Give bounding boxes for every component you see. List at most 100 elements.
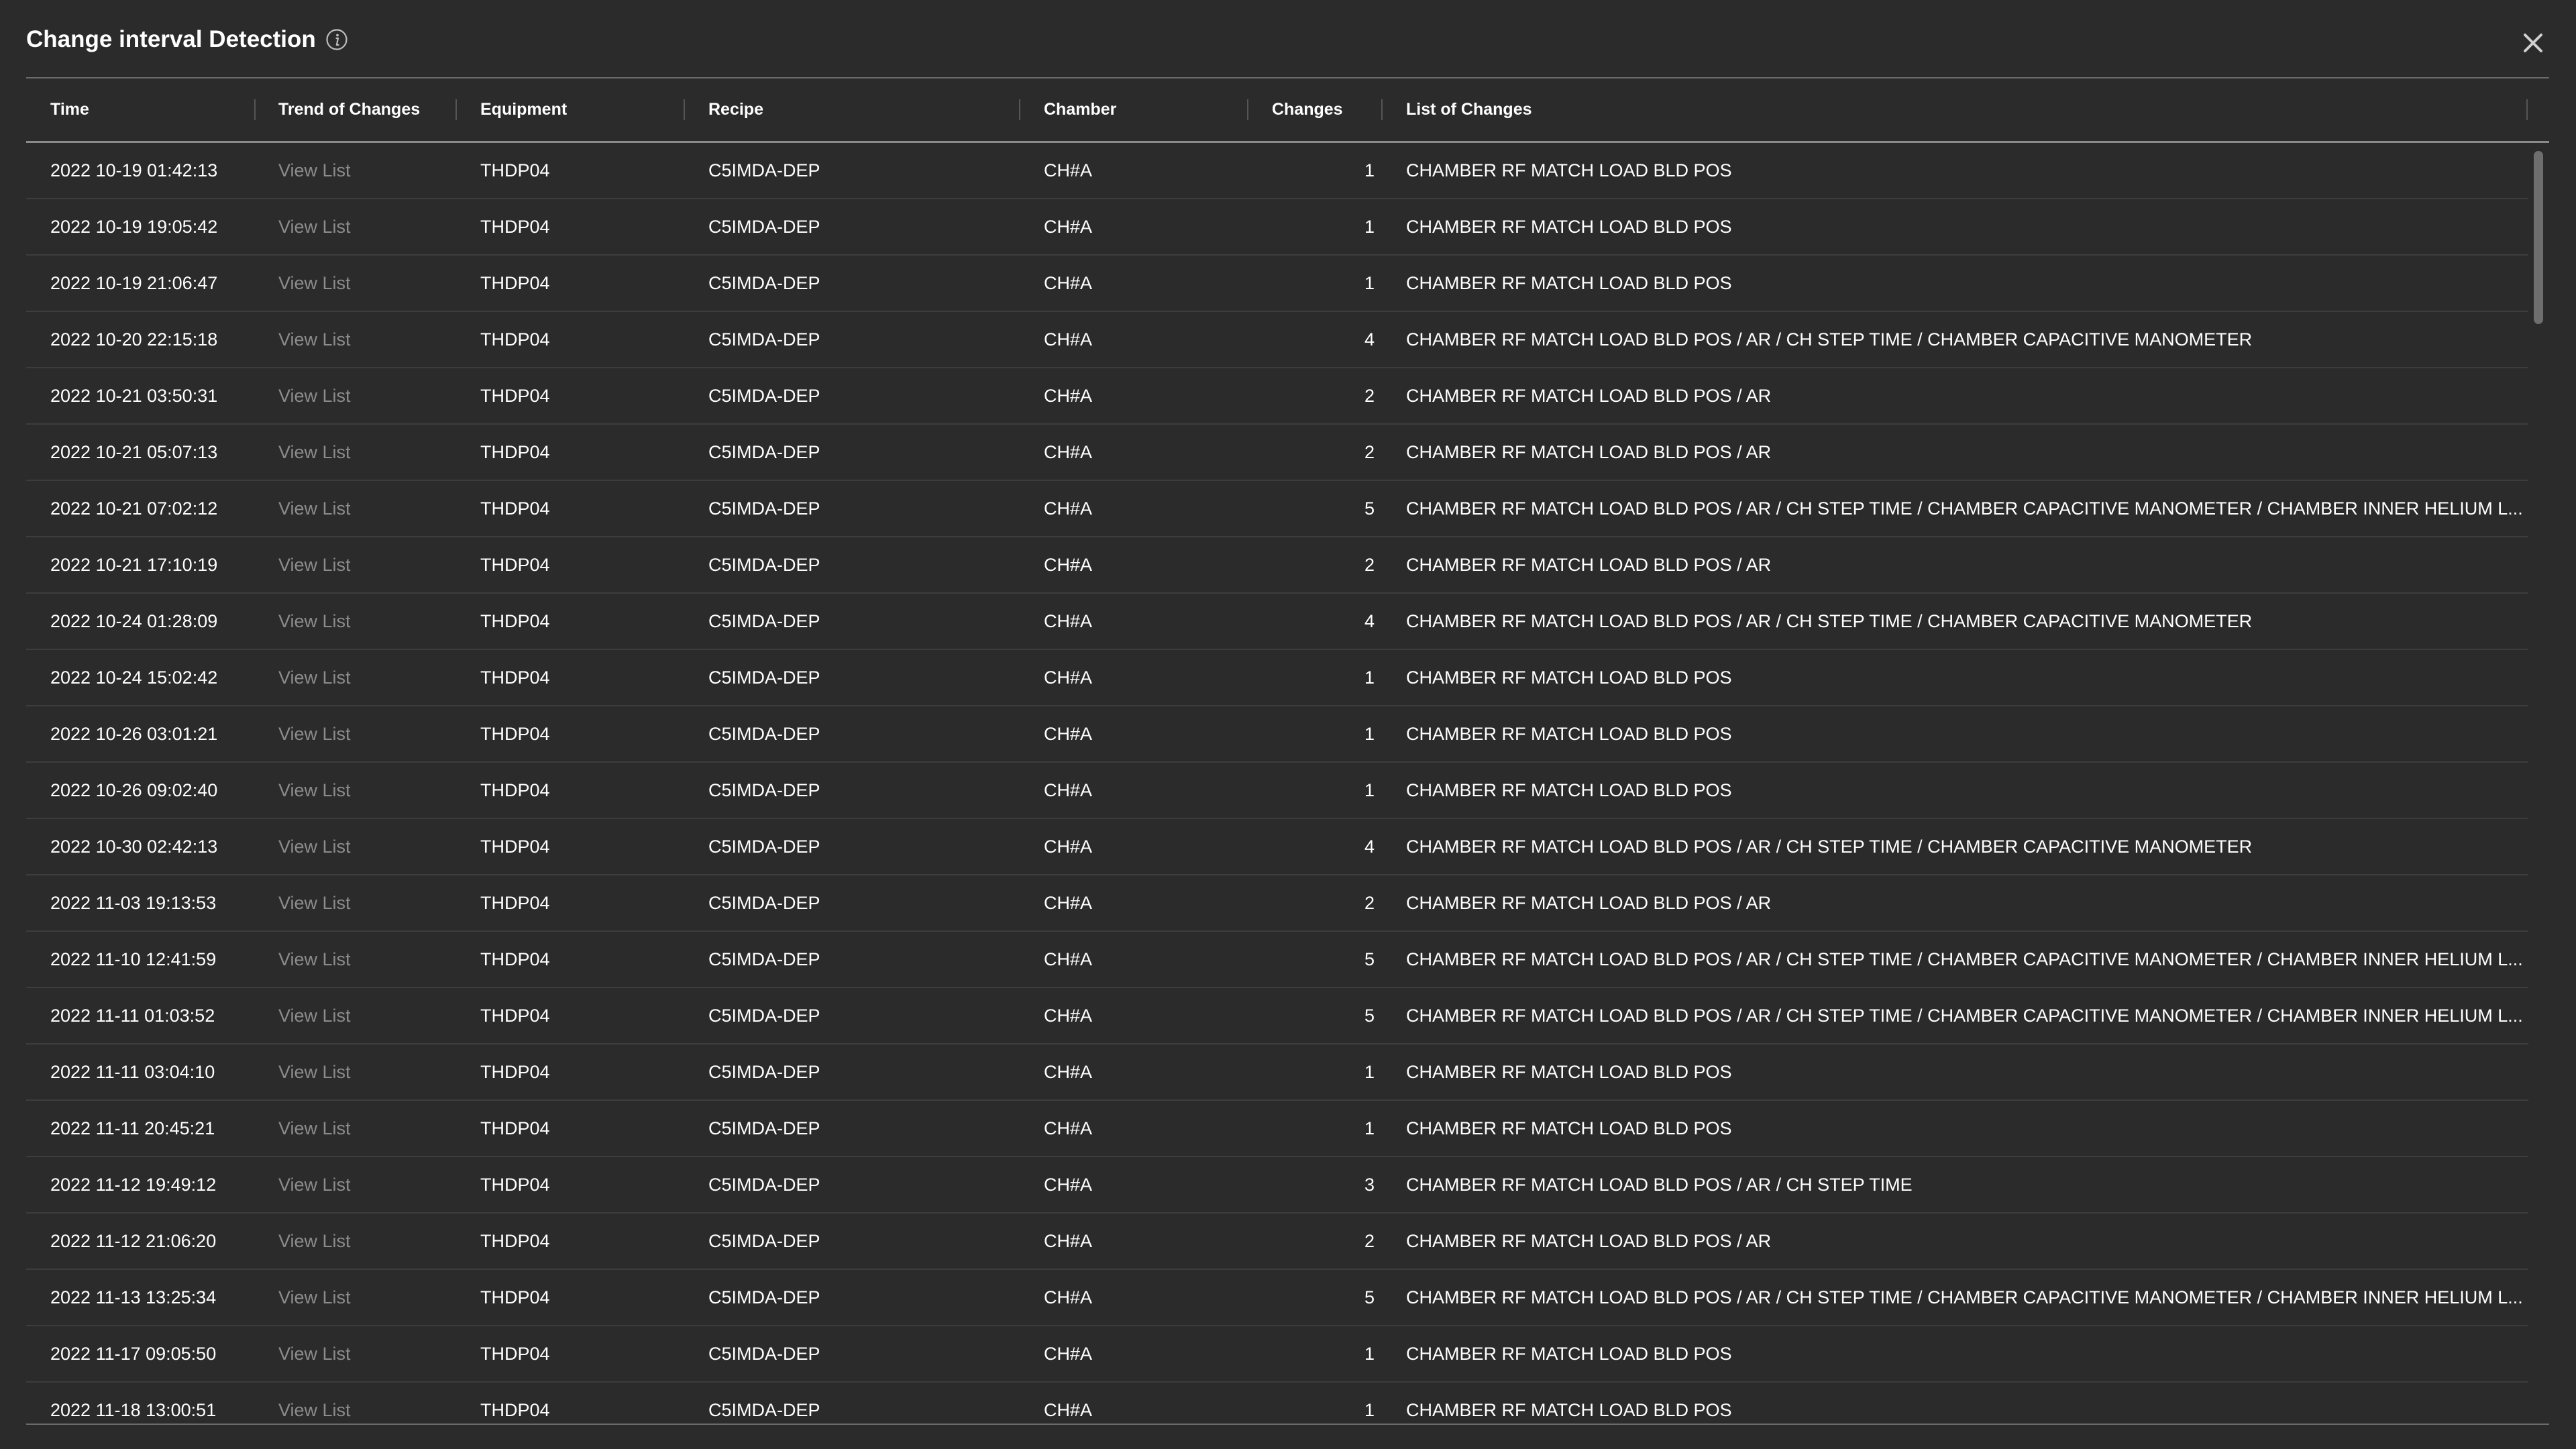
table-row[interactable]: 2022 11-11 03:04:10 View List THDP04 C5IMDA…: [26, 1044, 2528, 1101]
table-row[interactable]: 2022 10-24 01:28:09 View List THDP04 C5IMDA…: [26, 594, 2528, 650]
cell-changes-count: 5: [1364, 949, 1375, 969]
table-row[interactable]: 2022 10-19 21:06:47 View List THDP04 C5IMDA…: [26, 256, 2528, 312]
cell-chamber: CH#A: [1044, 892, 1093, 913]
view-list-link[interactable]: View List: [278, 1157, 351, 1212]
column-header-trend[interactable]: Trend of Changes: [278, 78, 420, 141]
table-row[interactable]: 2022 11-11 01:03:52 View List THDP04 C5IMDA…: [26, 988, 2528, 1044]
view-list-link[interactable]: View List: [278, 537, 351, 592]
table-row[interactable]: 2022 11-10 12:41:59 View List THDP04 C5IMDA…: [26, 932, 2528, 988]
view-list-link[interactable]: View List: [278, 256, 351, 311]
column-resizer[interactable]: [1019, 99, 1020, 120]
view-list-link[interactable]: View List: [278, 594, 351, 649]
cell-recipe: C5IMDA-DEP: [708, 610, 820, 631]
view-list-link[interactable]: View List: [278, 1101, 351, 1156]
view-list-link[interactable]: View List: [278, 1383, 351, 1424]
column-header-list-of-changes[interactable]: List of Changes: [1406, 78, 1532, 141]
table-row[interactable]: 2022 10-21 17:10:19 View List THDP04 C5IMDA…: [26, 537, 2528, 594]
cell-chamber: CH#A: [1044, 329, 1093, 350]
view-list-link[interactable]: View List: [278, 368, 351, 423]
table-row[interactable]: 2022 10-20 22:15:18 View List THDP04 C5IMDA…: [26, 312, 2528, 368]
cell-equipment: THDP04: [480, 441, 550, 462]
table-row[interactable]: 2022 11-17 09:05:50 View List THDP04 C5IMDA…: [26, 1326, 2528, 1383]
column-header-chamber[interactable]: Chamber: [1044, 78, 1116, 141]
cell-recipe: C5IMDA-DEP: [708, 441, 820, 462]
view-list-link[interactable]: View List: [278, 481, 351, 536]
cell-recipe: C5IMDA-DEP: [708, 667, 820, 688]
view-list-link[interactable]: View List: [278, 763, 351, 818]
close-button[interactable]: [2517, 27, 2549, 59]
dialog-title: Change interval Detection: [26, 26, 316, 52]
column-resizer[interactable]: [1247, 99, 1248, 120]
view-list-link[interactable]: View List: [278, 199, 351, 254]
table-row[interactable]: 2022 10-26 03:01:21 View List THDP04 C5IMDA…: [26, 706, 2528, 763]
scrollbar-thumb[interactable]: [2534, 151, 2543, 324]
table-row[interactable]: 2022 10-21 05:07:13 View List THDP04 C5IMDA…: [26, 425, 2528, 481]
cell-changes-count: 5: [1364, 1287, 1375, 1307]
cell-time: 2022 10-26 03:01:21: [50, 723, 218, 744]
cell-time: 2022 10-21 07:02:12: [50, 498, 218, 519]
column-resizer[interactable]: [684, 99, 685, 120]
view-list-link[interactable]: View List: [278, 312, 351, 367]
cell-time: 2022 10-21 17:10:19: [50, 554, 218, 575]
cell-recipe: C5IMDA-DEP: [708, 836, 820, 857]
view-list-link[interactable]: View List: [278, 932, 351, 987]
view-list-link[interactable]: View List: [278, 1326, 351, 1381]
dialog-header: Change interval Detection: [26, 20, 348, 59]
table-row[interactable]: 2022 10-24 15:02:42 View List THDP04 C5IMDA…: [26, 650, 2528, 706]
view-list-link[interactable]: View List: [278, 988, 351, 1043]
table-row[interactable]: 2022 11-12 19:49:12 View List THDP04 C5IMDA…: [26, 1157, 2528, 1214]
cell-chamber: CH#A: [1044, 1343, 1093, 1364]
view-list-link[interactable]: View List: [278, 143, 351, 198]
info-icon[interactable]: [325, 28, 348, 51]
cell-changes-count: 4: [1364, 836, 1375, 857]
column-header-changes[interactable]: Changes: [1272, 78, 1343, 141]
table-row[interactable]: 2022 11-18 13:00:51 View List THDP04 C5IMDA…: [26, 1383, 2528, 1424]
cell-chamber: CH#A: [1044, 216, 1093, 237]
table-row[interactable]: 2022 11-11 20:45:21 View List THDP04 C5IMDA…: [26, 1101, 2528, 1157]
cell-changes-count: 1: [1364, 667, 1375, 688]
table-row[interactable]: 2022 11-12 21:06:20 View List THDP04 C5IMDA…: [26, 1214, 2528, 1270]
column-header-recipe[interactable]: Recipe: [708, 78, 763, 141]
table-row[interactable]: 2022 10-19 19:05:42 View List THDP04 C5IMDA…: [26, 199, 2528, 256]
table-row[interactable]: 2022 11-03 19:13:53 View List THDP04 C5IMDA…: [26, 875, 2528, 932]
table-header: Time Trend of Changes Equipment Recipe C…: [26, 78, 2549, 143]
view-list-link[interactable]: View List: [278, 425, 351, 480]
cell-recipe: C5IMDA-DEP: [708, 1287, 820, 1307]
cell-list-of-changes: CHAMBER RF MATCH LOAD BLD POS / AR: [1406, 386, 1772, 406]
table-row[interactable]: 2022 11-13 13:25:34 View List THDP04 C5IMDA…: [26, 1270, 2528, 1326]
column-resizer[interactable]: [455, 99, 457, 120]
column-header-equipment[interactable]: Equipment: [480, 78, 567, 141]
view-list-link[interactable]: View List: [278, 650, 351, 705]
cell-time: 2022 11-18 13:00:51: [50, 1399, 217, 1420]
cell-chamber: CH#A: [1044, 1118, 1093, 1138]
view-list-link[interactable]: View List: [278, 706, 351, 761]
table-row[interactable]: 2022 10-19 01:42:13 View List THDP04 C5IMDA…: [26, 143, 2528, 199]
cell-list-of-changes: CHAMBER RF MATCH LOAD BLD POS: [1406, 1062, 1732, 1082]
view-list-link[interactable]: View List: [278, 819, 351, 874]
table-row[interactable]: 2022 10-26 09:02:40 View List THDP04 C5IMDA…: [26, 763, 2528, 819]
close-icon[interactable]: [2517, 27, 2549, 59]
cell-equipment: THDP04: [480, 836, 550, 857]
cell-list-of-changes: CHAMBER RF MATCH LOAD BLD POS / AR / CH …: [1406, 611, 2253, 631]
column-resizer[interactable]: [2526, 99, 2528, 120]
view-list-link[interactable]: View List: [278, 875, 351, 930]
cell-changes-count: 1: [1364, 272, 1375, 293]
table-body: 2022 10-19 01:42:13 View List THDP04 C5IMDA…: [26, 143, 2528, 1424]
cell-chamber: CH#A: [1044, 1230, 1093, 1251]
cell-chamber: CH#A: [1044, 1287, 1093, 1307]
cell-list-of-changes: CHAMBER RF MATCH LOAD BLD POS / AR: [1406, 555, 1772, 575]
cell-changes-count: 1: [1364, 1118, 1375, 1138]
cell-recipe: C5IMDA-DEP: [708, 1343, 820, 1364]
column-header-time[interactable]: Time: [50, 78, 89, 141]
view-list-link[interactable]: View List: [278, 1044, 351, 1099]
cell-time: 2022 11-12 19:49:12: [50, 1174, 217, 1195]
cell-chamber: CH#A: [1044, 949, 1093, 969]
vertical-scrollbar[interactable]: [2530, 143, 2549, 1424]
table-row[interactable]: 2022 10-30 02:42:13 View List THDP04 C5IMDA…: [26, 819, 2528, 875]
column-resizer[interactable]: [1381, 99, 1383, 120]
view-list-link[interactable]: View List: [278, 1270, 351, 1325]
view-list-link[interactable]: View List: [278, 1214, 351, 1269]
table-row[interactable]: 2022 10-21 03:50:31 View List THDP04 C5IMDA…: [26, 368, 2528, 425]
column-resizer[interactable]: [254, 99, 256, 120]
table-row[interactable]: 2022 10-21 07:02:12 View List THDP04 C5IMDA…: [26, 481, 2528, 537]
